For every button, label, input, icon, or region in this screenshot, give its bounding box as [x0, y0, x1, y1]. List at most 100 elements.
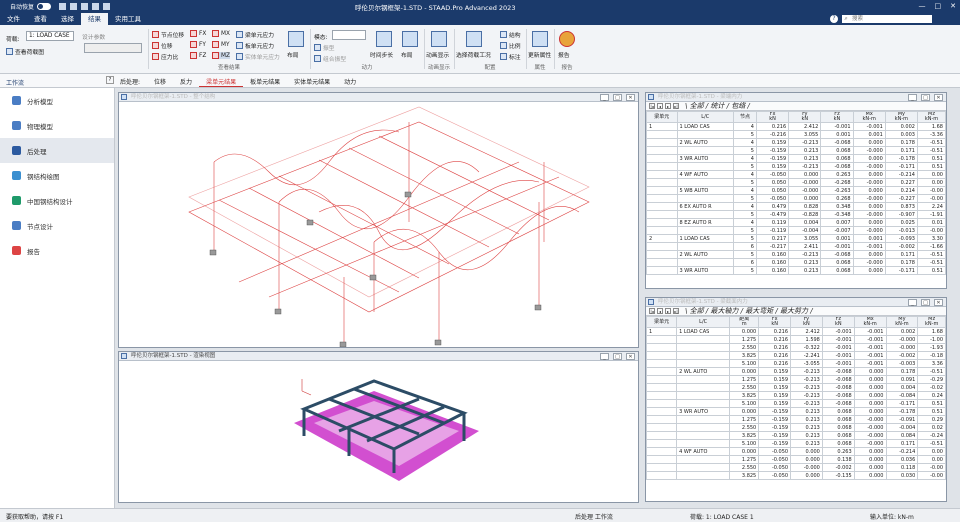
animation-icon[interactable] [431, 31, 447, 47]
post-tab-3[interactable]: 板单元结果 [243, 77, 287, 87]
post-tab-1[interactable]: 反力 [173, 77, 199, 87]
table-row[interactable]: 5 0.159 -0.213 -0.068 -0.000 -0.171 0.51 [646, 162, 946, 171]
select-loadcase-icon[interactable] [466, 31, 482, 47]
mx-button[interactable]: MX [212, 30, 230, 37]
menu-tab-0[interactable]: 文件 [0, 13, 27, 25]
table-row[interactable]: 2 WL AUTO 0.000 0.159 -0.213 -0.068 0.000 0.17… [646, 367, 946, 376]
fz-button[interactable]: FZ [190, 52, 206, 59]
table-row[interactable]: 5.100 0.216 -3.055 -0.001 -0.001 -0.003 3.36 [646, 359, 946, 368]
table-row[interactable]: 11 LOAD CAS 0.000 0.216 2.412 -0.001 -0.001 0.… [646, 327, 946, 336]
mz-button[interactable]: MZ [212, 52, 230, 59]
table-row[interactable]: 1.275 -0.159 0.213 0.068 -0.000 -0.091 0.29 [646, 415, 946, 424]
beam-stress-button[interactable]: 梁单元应力 [236, 30, 274, 39]
post-tab-0[interactable]: 位移 [147, 77, 173, 87]
column-header[interactable]: Fy kN [788, 111, 822, 123]
restore-icon[interactable]: □ [613, 94, 622, 101]
table-row[interactable]: 6 -0.217 2.411 -0.001 -0.001 -0.002 -1.66 [646, 242, 946, 251]
table-row[interactable]: 5 WB AUTO 4 0.050 -0.000 -0.263 0.000 0.214 -0.… [646, 186, 946, 195]
table-row[interactable]: 6 0.160 0.213 0.068 -0.000 0.178 -0.51 [646, 258, 946, 267]
table-row[interactable]: 2.550 -0.050 -0.000 -0.002 0.000 0.118 -0.00 [646, 463, 946, 472]
column-header[interactable]: Fx kN [755, 111, 790, 123]
column-header[interactable]: Fz kN [821, 316, 855, 328]
post-tab-2[interactable]: 梁单元结果 [199, 77, 244, 87]
time-steps-icon[interactable] [376, 31, 392, 47]
column-header[interactable]: 梁单元 [646, 111, 678, 123]
layout-dynamic-icon[interactable] [402, 31, 418, 47]
column-header[interactable]: L/C [676, 316, 731, 328]
table-row[interactable]: 5.100 -0.159 0.213 0.068 -0.000 0.171 -0.51 [646, 439, 946, 448]
menu-tab-3[interactable]: 结果 [81, 13, 108, 25]
table-row[interactable]: 3 WR AUTO 4 -0.159 0.213 0.068 0.000 -0.178 0.5… [646, 154, 946, 163]
table-row[interactable]: 2 WL AUTO 4 0.159 -0.213 -0.068 0.000 0.178 -0.… [646, 138, 946, 147]
table-row[interactable]: 1.275 0.216 1.598 -0.001 -0.001 -0.000 -1.00 [646, 335, 946, 344]
table-row[interactable]: 6 EX AUTO R 4 0.479 0.828 0.348 0.000 0.873 2.2… [646, 202, 946, 211]
workflow-item-1[interactable]: 物理模型 [0, 113, 114, 138]
column-header[interactable]: 距离 m [729, 316, 760, 328]
restore-icon[interactable]: □ [921, 299, 930, 306]
workflow-pin-icon[interactable]: ? [106, 76, 114, 84]
layout-icon[interactable] [288, 31, 304, 47]
stress-ratio-button[interactable]: 应力比 [152, 52, 178, 61]
column-header[interactable]: Fy kN [790, 316, 823, 328]
table-row[interactable]: 2.550 0.159 -0.213 -0.068 0.000 0.004 -0.02 [646, 383, 946, 392]
next-page-icon[interactable]: ▸ [665, 103, 671, 109]
help-icon[interactable]: ? [830, 15, 838, 23]
menu-tab-4[interactable]: 实用工具 [108, 13, 148, 25]
last-page-icon[interactable]: ▸| [673, 308, 679, 314]
table-row[interactable]: 3.825 0.216 -2.241 -0.001 -0.001 -0.002 -0.18 [646, 351, 946, 360]
minimize-icon[interactable]: _ [908, 299, 917, 306]
post-tab-5[interactable]: 动力 [337, 77, 363, 87]
table-row[interactable]: 5 -0.479 -0.828 -0.348 -0.000 -0.907 -1.91 [646, 210, 946, 219]
column-header[interactable]: L/C [676, 111, 735, 123]
save-icon[interactable] [81, 3, 89, 10]
undo-icon[interactable] [92, 3, 100, 10]
workflow-item-2[interactable]: 后处理 [0, 138, 114, 163]
new-file-icon[interactable] [59, 3, 67, 10]
column-header[interactable]: My kN-m [885, 316, 919, 328]
update-props-icon[interactable] [532, 31, 548, 47]
report-icon[interactable] [559, 31, 575, 47]
close-icon[interactable]: ✕ [626, 94, 635, 101]
table-row[interactable]: 21 LOAD CAS 5 0.217 3.055 0.001 0.001 -0.093 3.… [646, 234, 946, 243]
column-header[interactable]: 梁单元 [646, 316, 678, 328]
table-row[interactable]: 5 -0.119 -0.004 -0.007 -0.000 -0.013 -0.00 [646, 226, 946, 235]
restore-icon[interactable]: □ [921, 94, 930, 101]
prev-page-icon[interactable]: ◂ [657, 103, 663, 109]
workflow-item-5[interactable]: 节点设计 [0, 213, 114, 238]
column-header[interactable]: 节点 [733, 111, 757, 123]
restore-icon[interactable]: □ [613, 353, 622, 360]
column-header[interactable]: Mx kN-m [852, 111, 886, 123]
workflow-item-3[interactable]: 钢结构绘图 [0, 163, 114, 188]
table-row[interactable]: 2.550 0.216 -0.322 -0.001 -0.001 -0.000 -1.93 [646, 343, 946, 352]
post-tab-4[interactable]: 实体单元结果 [287, 77, 337, 87]
table2-tabs[interactable]: \ 全部 / 最大轴力 / 最大弯矩 / 最大剪力 / [685, 306, 813, 316]
solid-stress-button[interactable]: 实体单元应力 [236, 52, 280, 61]
close-icon[interactable]: ✕ [934, 94, 943, 101]
open-file-icon[interactable] [70, 3, 78, 10]
structure-wireframe[interactable] [119, 102, 638, 348]
table-row[interactable]: 5 -0.216 3.055 0.001 0.001 0.003 -3.36 [646, 130, 946, 139]
table-row[interactable]: 1.275 0.159 -0.213 -0.068 0.000 0.091 -0.29 [646, 375, 946, 384]
table-row[interactable]: 5.100 0.159 -0.213 -0.068 0.000 -0.171 0.51 [646, 399, 946, 408]
search-input[interactable]: ⌕ 搜索 [842, 15, 932, 23]
disp-button[interactable]: 位移 [152, 41, 173, 50]
design-params-select[interactable] [84, 43, 142, 53]
model-viewport[interactable]: 呼伦贝尔钢框架-1.STD - 整个结构 _ □ ✕ [118, 92, 639, 348]
prev-page-icon[interactable]: ◂ [657, 308, 663, 314]
node-disp-button[interactable]: 节点位移 [152, 30, 184, 39]
rendered-model[interactable] [119, 361, 638, 502]
last-page-icon[interactable]: ▸| [673, 103, 679, 109]
fy-button[interactable]: FY [190, 41, 206, 48]
column-header[interactable]: Fx kN [758, 316, 792, 328]
redo-icon[interactable] [103, 3, 111, 10]
table-row[interactable]: 2 WL AUTO 5 0.160 -0.213 -0.068 0.000 0.171 -0.… [646, 250, 946, 259]
column-header[interactable]: Mz kN-m [917, 316, 946, 328]
menu-tab-2[interactable]: 选择 [54, 13, 81, 25]
workflow-item-4[interactable]: 中国钢结构设计 [0, 188, 114, 213]
table-row[interactable]: 4 WF AUTO 4 -0.050 0.000 0.263 0.000 -0.214 0.0… [646, 170, 946, 179]
plate-stress-button[interactable]: 板单元应力 [236, 41, 274, 50]
table-row[interactable]: 11 LOAD CAS 4 0.216 2.412 -0.001 -0.001 0.002 1… [646, 122, 946, 131]
column-header[interactable]: Mx kN-m [853, 316, 887, 328]
workflow-item-6[interactable]: 报告 [0, 238, 114, 263]
minimize-icon[interactable]: — [919, 2, 926, 10]
